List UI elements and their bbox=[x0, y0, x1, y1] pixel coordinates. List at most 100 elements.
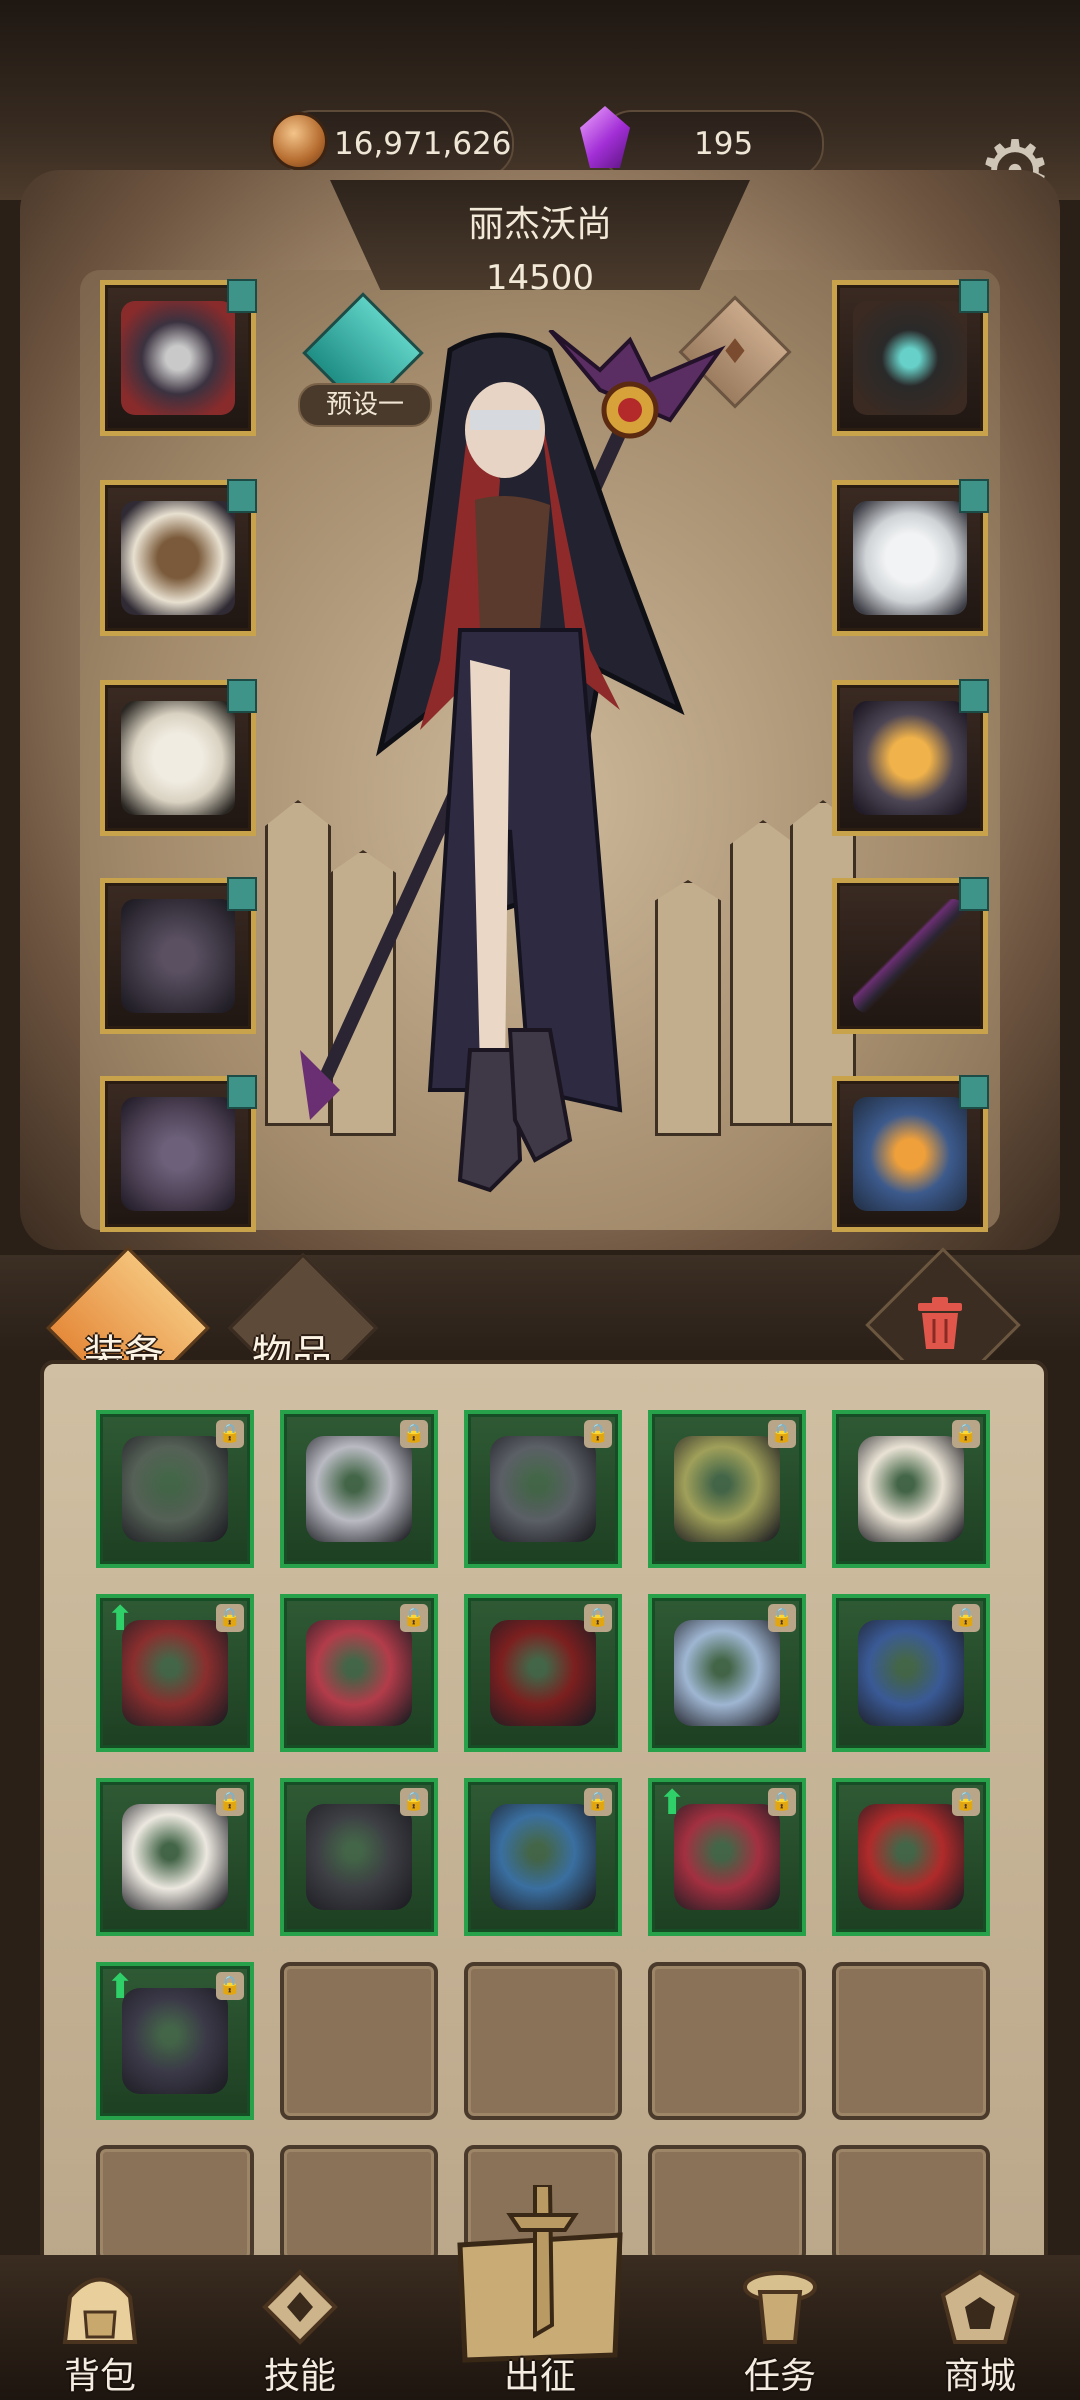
moon-necklace-icon bbox=[853, 301, 967, 415]
lock-icon[interactable]: 🔒 bbox=[400, 1788, 428, 1816]
inventory-item[interactable]: 🔒 bbox=[96, 1778, 254, 1936]
hood-icon bbox=[121, 301, 235, 415]
inventory-item[interactable]: 🔒 ⬆ bbox=[648, 1778, 806, 1936]
nav-quests-label: 任务 bbox=[743, 2356, 816, 2397]
staff-icon bbox=[853, 899, 967, 1013]
inventory-item[interactable]: 🔒 bbox=[648, 1594, 806, 1752]
helmet-icon bbox=[674, 1620, 780, 1726]
empty-inventory-slot[interactable] bbox=[280, 2145, 438, 2263]
equip-slot-ring[interactable] bbox=[832, 679, 989, 836]
gauntlet-icon bbox=[306, 1804, 412, 1910]
lock-icon[interactable]: 🔒 bbox=[584, 1788, 612, 1816]
nav-quests[interactable]: 任务 bbox=[690, 2255, 870, 2400]
empty-inventory-slot[interactable] bbox=[96, 2145, 254, 2263]
nav-backpack[interactable]: 背包 bbox=[10, 2255, 190, 2400]
inventory-item[interactable]: 🔒 bbox=[832, 1778, 990, 1936]
equip-tag-icon bbox=[227, 877, 257, 911]
lock-icon[interactable]: 🔒 bbox=[216, 1420, 244, 1448]
lock-icon[interactable]: 🔒 bbox=[216, 1604, 244, 1632]
lock-icon[interactable]: 🔒 bbox=[952, 1604, 980, 1632]
equip-tag-icon bbox=[959, 479, 989, 513]
equip-slot-armor[interactable] bbox=[100, 479, 257, 636]
ring-icon bbox=[853, 701, 967, 815]
hood-icon bbox=[858, 1804, 964, 1910]
equip-slot-shoulder[interactable] bbox=[832, 479, 989, 636]
empty-inventory-slot[interactable] bbox=[648, 2145, 806, 2263]
equip-slot-offhand[interactable] bbox=[832, 1075, 989, 1232]
lock-icon[interactable]: 🔒 bbox=[400, 1604, 428, 1632]
gold-coin-icon bbox=[270, 112, 328, 170]
equip-tag-icon bbox=[227, 279, 257, 313]
inventory-item[interactable]: 🔒 bbox=[280, 1594, 438, 1752]
tome-icon bbox=[853, 1097, 967, 1211]
equip-slot-necklace[interactable] bbox=[832, 279, 989, 436]
feather-shoulder-icon bbox=[853, 501, 967, 615]
inventory-item[interactable]: 🔒 bbox=[280, 1778, 438, 1936]
upgrade-arrow-icon: ⬆ bbox=[658, 1783, 687, 1823]
ring-icon bbox=[490, 1620, 596, 1726]
lock-icon[interactable]: 🔒 bbox=[216, 1788, 244, 1816]
backpack-icon bbox=[62, 2277, 138, 2344]
empty-inventory-slot[interactable] bbox=[648, 1962, 806, 2120]
lock-icon[interactable]: 🔒 bbox=[400, 1420, 428, 1448]
nav-backpack-label: 背包 bbox=[63, 2356, 136, 2397]
lock-icon[interactable]: 🔒 bbox=[768, 1420, 796, 1448]
inventory-item[interactable]: 🔒 bbox=[832, 1594, 990, 1752]
pants-icon bbox=[121, 899, 235, 1013]
heels-icon bbox=[306, 1620, 412, 1726]
equip-slot-weapon[interactable] bbox=[832, 877, 989, 1034]
lock-icon[interactable]: 🔒 bbox=[216, 1972, 244, 2000]
nav-battle[interactable]: 出征 bbox=[450, 2255, 630, 2400]
inventory-item[interactable]: 🔒 bbox=[464, 1410, 622, 1568]
hero-name: 丽杰沃尚 bbox=[467, 204, 612, 245]
boots-icon bbox=[121, 1097, 235, 1211]
empty-inventory-slot[interactable] bbox=[464, 1962, 622, 2120]
upgrade-arrow-icon: ⬆ bbox=[106, 1599, 135, 1639]
equip-slot-pants[interactable] bbox=[100, 877, 257, 1034]
armor-icon bbox=[121, 501, 235, 615]
equip-tag-icon bbox=[227, 1075, 257, 1109]
equip-tag-icon bbox=[227, 479, 257, 513]
crystal-glove-icon bbox=[490, 1804, 596, 1910]
nav-skills[interactable]: 技能 bbox=[210, 2255, 390, 2400]
gem-value: 195 bbox=[694, 126, 754, 162]
nav-skills-label: 技能 bbox=[263, 2356, 336, 2397]
armor-icon bbox=[122, 1620, 228, 1726]
shoulder-icon bbox=[674, 1436, 780, 1542]
inventory-item[interactable]: 🔒 ⬆ bbox=[96, 1594, 254, 1752]
lock-icon[interactable]: 🔒 bbox=[584, 1604, 612, 1632]
inventory-item[interactable]: 🔒 ⬆ bbox=[96, 1962, 254, 2120]
equip-slot-helmet[interactable] bbox=[100, 279, 257, 436]
inventory-item[interactable]: 🔒 bbox=[280, 1410, 438, 1568]
nav-shop[interactable]: 商城 bbox=[890, 2255, 1070, 2400]
lock-icon[interactable]: 🔒 bbox=[768, 1788, 796, 1816]
gloves-icon bbox=[122, 1804, 228, 1910]
empty-inventory-slot[interactable] bbox=[832, 2145, 990, 2263]
equip-tag-icon bbox=[959, 679, 989, 713]
lock-icon[interactable]: 🔒 bbox=[584, 1420, 612, 1448]
lock-icon[interactable]: 🔒 bbox=[952, 1420, 980, 1448]
gem-counter[interactable]: 195 bbox=[600, 110, 824, 178]
equip-tag-icon bbox=[227, 679, 257, 713]
inventory-item[interactable]: 🔒 bbox=[832, 1410, 990, 1568]
gold-value: 16,971,626 bbox=[334, 126, 512, 162]
inventory-item[interactable]: 🔒 bbox=[464, 1778, 622, 1936]
lock-icon[interactable]: 🔒 bbox=[768, 1604, 796, 1632]
equip-tag-icon bbox=[959, 279, 989, 313]
hero-power: 14500 bbox=[485, 258, 595, 298]
inventory-item[interactable]: 🔒 bbox=[96, 1410, 254, 1568]
ring-icon bbox=[490, 1436, 596, 1542]
inventory-item[interactable]: 🔒 bbox=[648, 1410, 806, 1568]
inventory-item[interactable]: 🔒 bbox=[464, 1594, 622, 1752]
robe-icon bbox=[674, 1804, 780, 1910]
equip-slot-gloves[interactable] bbox=[100, 679, 257, 836]
lock-icon[interactable]: 🔒 bbox=[952, 1788, 980, 1816]
shop-icon bbox=[940, 2269, 1020, 2344]
equip-tag-icon bbox=[959, 877, 989, 911]
nav-shop-label: 商城 bbox=[943, 2356, 1016, 2397]
empty-inventory-slot[interactable] bbox=[280, 1962, 438, 2120]
hero-character-portrait[interactable] bbox=[300, 330, 780, 1310]
empty-inventory-slot[interactable] bbox=[832, 1962, 990, 2120]
pants-icon bbox=[122, 1988, 228, 2094]
equip-slot-boots[interactable] bbox=[100, 1075, 257, 1232]
